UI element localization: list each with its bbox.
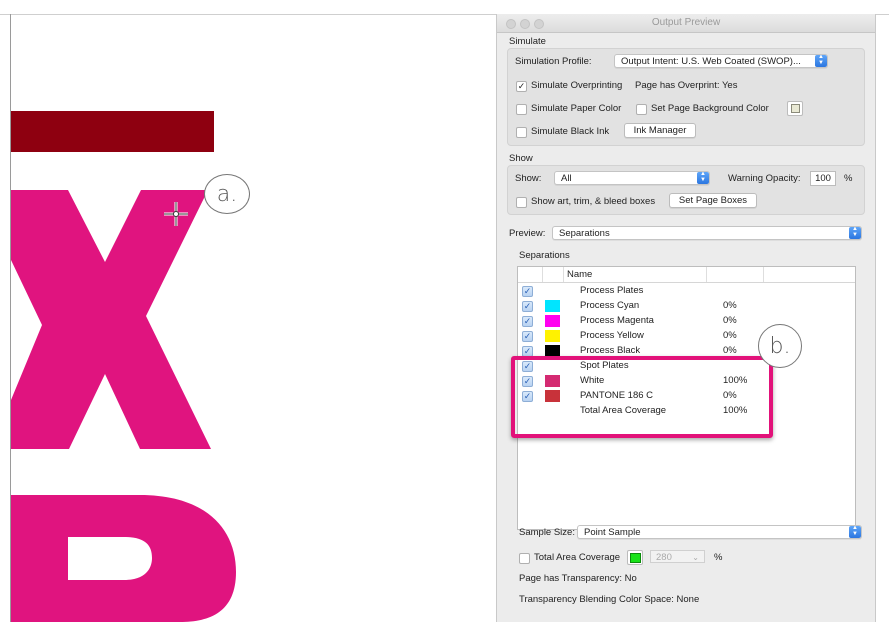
output-preview-dialog: Output Preview Simulate Simulation Profi… <box>496 14 876 622</box>
show-group: Show: All ▲ ▼ Warning Opacity: 100 % Show… <box>507 165 865 215</box>
plate-name: Process Yellow <box>580 330 644 341</box>
sample-size-label: Sample Size: <box>519 527 575 538</box>
set-page-background-checkbox[interactable] <box>636 104 647 115</box>
color-swatch-icon <box>791 104 800 113</box>
transparency-blending-text: Transparency Blending Color Space: None <box>519 594 700 605</box>
show-bleed-boxes-label: Show art, trim, & bleed boxes <box>531 196 656 207</box>
simulate-overprinting-label: Simulate Overprinting <box>531 80 623 91</box>
popup-arrows-icon: ▲ ▼ <box>697 172 709 184</box>
crosshair-cursor-icon <box>164 202 188 226</box>
popup-arrows-icon: ▲ ▼ <box>815 55 827 67</box>
preview-label: Preview: <box>509 228 546 239</box>
table-header: Name <box>518 267 855 283</box>
show-bleed-boxes-checkbox[interactable] <box>516 197 527 208</box>
column-divider <box>706 267 707 282</box>
artwork <box>11 111 236 622</box>
simulate-paper-color-label: Simulate Paper Color <box>531 103 622 114</box>
warning-opacity-label: Warning Opacity: <box>728 173 801 184</box>
letter-x-shape <box>11 190 211 449</box>
total-area-coverage-value: 280 <box>656 552 672 563</box>
set-page-background-label: Set Page Background Color <box>651 103 769 114</box>
simulation-profile-label: Simulation Profile: <box>515 56 592 67</box>
show-value: All <box>561 173 572 184</box>
popup-arrows-icon: ▲ ▼ <box>849 526 861 538</box>
window-title: Output Preview <box>651 17 721 28</box>
plate-name: Process Black <box>580 345 641 356</box>
sample-size-select[interactable]: Point Sample ▲ ▼ <box>577 525 862 539</box>
preview-value: Separations <box>559 228 610 239</box>
separations-section-label: Separations <box>519 250 570 261</box>
warning-opacity-field[interactable]: 100 <box>810 171 836 186</box>
set-page-boxes-button[interactable]: Set Page Boxes <box>669 193 757 208</box>
callout-a: a. <box>204 174 250 214</box>
name-column-header[interactable]: Name <box>567 269 592 280</box>
callout-b: b. <box>758 324 802 368</box>
plate-coverage-percent: 0% <box>723 345 737 356</box>
show-label: Show: <box>515 173 542 184</box>
table-row[interactable]: ✓ Process Cyan 0% <box>518 299 855 314</box>
simulation-profile-select[interactable]: Output Intent: U.S. Web Coated (SWOP)...… <box>614 54 828 68</box>
plate-color-swatch <box>545 315 560 327</box>
plate-visible-checkbox[interactable]: ✓ <box>522 331 533 342</box>
simulation-profile-value: Output Intent: U.S. Web Coated (SWOP)... <box>621 56 801 67</box>
simulate-black-ink-checkbox[interactable] <box>516 127 527 138</box>
warning-opacity-percent: % <box>844 173 853 184</box>
letter-p-shape <box>11 495 236 622</box>
table-row[interactable]: ✓ Process Yellow 0% <box>518 329 855 344</box>
simulate-group: Simulation Profile: Output Intent: U.S. … <box>507 48 865 146</box>
page-background-color-swatch[interactable] <box>787 101 803 116</box>
plate-name: Process Cyan <box>580 300 640 311</box>
simulate-overprinting-checkbox[interactable]: ✓ <box>516 81 527 92</box>
plate-coverage-percent: 0% <box>723 300 737 311</box>
page-has-overprint-text: Page has Overprint: Yes <box>635 80 738 91</box>
title-bar[interactable]: Output Preview <box>497 14 875 33</box>
coverage-color-swatch[interactable] <box>627 550 643 565</box>
column-divider <box>763 267 764 282</box>
total-area-coverage-label: Total Area Coverage <box>534 552 621 563</box>
column-divider <box>542 267 543 282</box>
total-area-coverage-checkbox[interactable] <box>519 553 530 564</box>
total-area-coverage-field: 280 ⌄ <box>650 550 705 563</box>
ink-manager-button[interactable]: Ink Manager <box>624 123 696 138</box>
plate-coverage-percent: 0% <box>723 315 737 326</box>
sample-size-value: Point Sample <box>584 527 641 538</box>
plate-name: Process Magenta <box>580 315 654 326</box>
plate-color-swatch <box>545 300 560 312</box>
spot-plates-highlight <box>511 356 773 438</box>
popup-arrows-icon: ▲ ▼ <box>849 227 861 239</box>
plate-coverage-percent: 0% <box>723 330 737 341</box>
simulate-section-label: Simulate <box>509 36 546 47</box>
chevron-down-icon: ⌄ <box>692 553 699 562</box>
preview-select[interactable]: Separations ▲ ▼ <box>552 226 862 240</box>
table-row[interactable]: ✓ Process Magenta 0% <box>518 314 855 329</box>
show-section-label: Show <box>509 153 533 164</box>
plate-visible-checkbox[interactable]: ✓ <box>522 301 533 312</box>
show-select[interactable]: All ▲ ▼ <box>554 171 710 185</box>
color-swatch-icon <box>630 553 641 563</box>
simulate-paper-color-checkbox[interactable] <box>516 104 527 115</box>
plate-visible-checkbox[interactable]: ✓ <box>522 286 533 297</box>
checkmark-icon: ✓ <box>517 81 526 91</box>
simulate-black-ink-label: Simulate Black Ink <box>531 126 610 137</box>
dark-red-bar <box>11 111 214 152</box>
page-has-transparency-text: Page has Transparency: No <box>519 573 637 584</box>
column-divider <box>563 267 564 282</box>
table-row[interactable]: ✓ Process Plates <box>518 284 855 299</box>
total-area-percent: % <box>714 552 723 563</box>
plate-visible-checkbox[interactable]: ✓ <box>522 316 533 327</box>
plate-name: Process Plates <box>580 285 644 296</box>
plate-color-swatch <box>545 330 560 342</box>
